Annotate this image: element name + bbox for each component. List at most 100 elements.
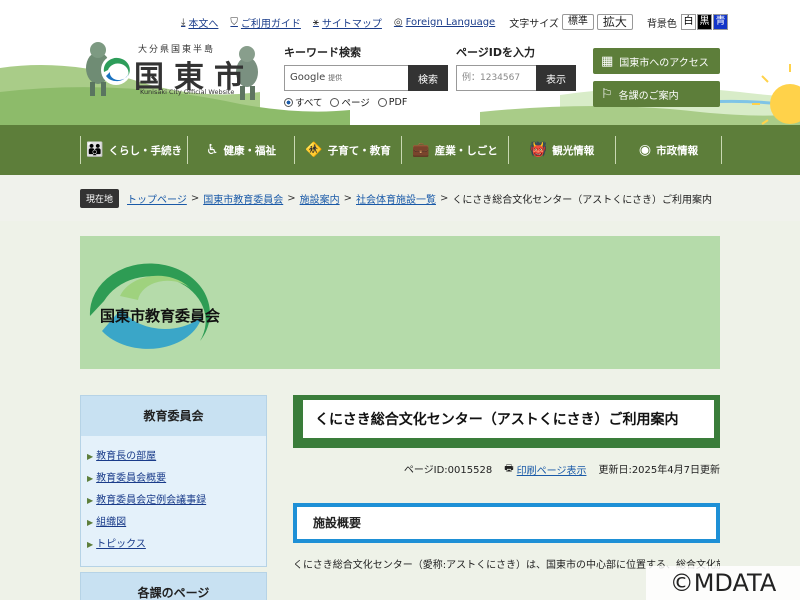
guide-label: ご利用ガイド <box>240 18 301 30</box>
sidebar-item[interactable]: ▶ 教育委員会概要 <box>87 468 266 490</box>
breadcrumb-link[interactable]: 社会体育施設一覧 <box>356 191 436 206</box>
breadcrumb-current: くにさき総合文化センター（アストくにさき）ご利用案内 <box>452 195 712 206</box>
departments-label: 各課のご案内 <box>618 90 679 102</box>
radio-icon <box>330 97 340 107</box>
arrow-right-icon: ▶ <box>87 518 94 527</box>
keyword-search-button[interactable]: 検索 <box>408 65 448 91</box>
current-location-badge: 現在地 <box>80 189 120 208</box>
bg-white-button[interactable]: 白 <box>680 14 696 30</box>
bg-blue-button[interactable]: 青 <box>712 14 728 30</box>
scope-page-label: ページ <box>341 98 370 109</box>
sidebar-item[interactable]: ▶ 教育長の部屋 <box>87 446 266 468</box>
city-mark-watermark-icon <box>89 263 210 349</box>
bg-black-button[interactable]: 黒 <box>696 14 712 30</box>
nav-label: 子育て・教育 <box>327 144 391 157</box>
logo-english-name: Kunisaki City Official Website <box>140 88 235 96</box>
departments-button[interactable]: ⚐ 各課のご案内 <box>593 81 720 107</box>
scope-page-radio[interactable]: ページ <box>330 95 370 109</box>
scope-pdf-radio[interactable]: PDF <box>377 95 408 109</box>
nav-living[interactable]: 👪 くらし・手続き <box>80 136 187 164</box>
bg-color-controls: 背景色 白 黒 青 <box>645 14 728 30</box>
site-header: ⤓ 本文へ ⛉ ご利用ガイド ⚹ サイトマップ ◎ Foreign Language 文… <box>0 0 800 125</box>
sidebar-heading: 各課のページ <box>81 573 266 600</box>
family-icon: 👪 <box>86 142 104 158</box>
breadcrumb-bar: 現在地 トップページ > 国東市教育委員会 > 施設案内 > 社会体育施設一覧 … <box>0 175 800 221</box>
sidebar-item[interactable]: ▶ 組織図 <box>87 512 266 534</box>
nav-label: 観光情報 <box>552 144 595 157</box>
nav-label: くらし・手続き <box>108 144 182 157</box>
section-heading: 施設概要 <box>297 507 716 539</box>
page-id-button[interactable]: 表示 <box>536 65 576 91</box>
text-only-link[interactable]: ⤓ 本文へ <box>181 15 218 30</box>
sidebar-item[interactable]: ▶ 教育委員会定例会議事録 <box>87 490 266 512</box>
font-size-label: 文字サイズ <box>509 18 559 30</box>
sidebar-heading: 教育委員会 <box>81 396 266 436</box>
guide-link[interactable]: ⛉ ご利用ガイド <box>230 15 301 30</box>
page-title-frame: くにさき総合文化センター（アストくにさき）ご利用案内 <box>293 395 720 448</box>
sitemap-link[interactable]: ⚹ サイトマップ <box>313 15 382 30</box>
site-logo[interactable]: 大分県国東半島 国東市 Kunisaki City Official Websi… <box>82 36 262 104</box>
radio-icon <box>377 97 387 107</box>
keyword-search-input[interactable]: Google 提供 <box>284 65 408 91</box>
sidebar-item-label: 教育長の部屋 <box>96 451 157 462</box>
page-id: ページID:0015528 <box>403 465 493 476</box>
keyword-search: キーワード検索 Google 提供 検索 すべて ページ PDF <box>284 44 448 109</box>
access-button[interactable]: ▦ 国東市へのアクセス <box>593 48 720 74</box>
copyright-watermark: ©MDATA <box>646 566 800 600</box>
section-banner: 国東市教育委員会 <box>80 236 720 369</box>
font-large-button[interactable]: 拡大 <box>596 14 633 30</box>
page-title: くにさき総合文化センター（アストくにさき）ご利用案内 <box>299 400 714 438</box>
arrow-right-icon: ▶ <box>87 540 94 549</box>
print-label: 印刷ページ表示 <box>516 466 587 477</box>
sidebar-item-label: 組織図 <box>96 517 127 528</box>
global-nav: 👪 くらし・手続き ♿ 健康・福祉 🚸 子育て・教育 💼 産業・しごと 👹 観光情報 ◉ 市… <box>0 125 800 175</box>
city-mark-icon: ◉ <box>638 142 652 158</box>
breadcrumb-separator: > <box>343 193 352 204</box>
foreign-language-link[interactable]: ◎ Foreign Language <box>394 17 495 28</box>
breadcrumb-separator: > <box>440 193 449 204</box>
nav-childcare[interactable]: 🚸 子育て・教育 <box>294 136 401 164</box>
sidebar-item[interactable]: ▶ トピックス <box>87 534 266 556</box>
nav-label: 産業・しごと <box>434 144 498 157</box>
page-id-search: ページIDを入力 例：1234567 表示 <box>456 44 576 91</box>
page-meta: ページID:0015528 🖶 印刷ページ表示 更新日:2025年4月7日更新 <box>404 461 720 478</box>
arrow-right-icon: ▶ <box>87 496 94 505</box>
signpost-icon: ⚐ <box>601 86 613 102</box>
arrow-right-icon: ▶ <box>87 452 94 461</box>
breadcrumb-link[interactable]: 国東市教育委員会 <box>203 191 283 206</box>
keyword-search-title: キーワード検索 <box>284 46 361 59</box>
sidebar-item-label: 教育委員会概要 <box>96 473 167 484</box>
page-id-input[interactable]: 例：1234567 <box>456 65 536 91</box>
banner-title: 国東市教育委員会 <box>100 307 221 325</box>
globe-icon: ◎ <box>393 16 403 28</box>
child-icon: 🚸 <box>305 142 323 158</box>
utility-bar: ⤓ 本文へ ⛉ ご利用ガイド ⚹ サイトマップ ◎ Foreign Language 文… <box>181 14 728 30</box>
scope-all-radio[interactable]: すべて <box>284 95 322 109</box>
breadcrumb-link[interactable]: トップページ <box>127 191 187 206</box>
sidebar-menu: 教育委員会 ▶ 教育長の部屋 ▶ 教育委員会概要 ▶ 教育委員会定例会議事録 ▶ 組織図… <box>80 395 267 567</box>
nav-city-admin[interactable]: ◉ 市政情報 <box>615 136 722 164</box>
font-standard-button[interactable]: 標準 <box>561 14 594 30</box>
nav-industry[interactable]: 💼 産業・しごと <box>401 136 508 164</box>
sidebar-departments: 各課のページ <box>80 572 267 600</box>
nav-tourism[interactable]: 👹 観光情報 <box>508 136 615 164</box>
nav-health[interactable]: ♿ 健康・福祉 <box>187 136 294 164</box>
breadcrumb-link[interactable]: 施設案内 <box>300 191 340 206</box>
search-scope-options: すべて ページ PDF <box>284 95 448 109</box>
bg-color-label: 背景色 <box>646 18 677 30</box>
sidebar-item-label: 教育委員会定例会議事録 <box>96 495 207 506</box>
breadcrumb: 現在地 トップページ > 国東市教育委員会 > 施設案内 > 社会体育施設一覧 … <box>80 189 712 208</box>
nav-label: 健康・福祉 <box>223 144 277 157</box>
sitemap-icon: ⚹ <box>312 16 319 28</box>
scope-pdf-label: PDF <box>388 96 408 108</box>
map-icon: ▦ <box>601 53 614 69</box>
print-link[interactable]: 🖶 印刷ページ表示 <box>504 461 586 478</box>
section-heading-frame: 施設概要 <box>293 503 720 543</box>
nav-label: 市政情報 <box>656 144 699 157</box>
wheelchair-icon: ♿ <box>205 142 219 158</box>
download-icon: ⤓ <box>181 16 186 28</box>
briefcase-icon: 💼 <box>412 142 430 158</box>
updated-date: 更新日:2025年4月7日更新 <box>598 465 720 476</box>
foreign-language-label: Foreign Language <box>405 16 496 28</box>
font-size-controls: 文字サイズ 標準 拡大 <box>507 14 633 30</box>
